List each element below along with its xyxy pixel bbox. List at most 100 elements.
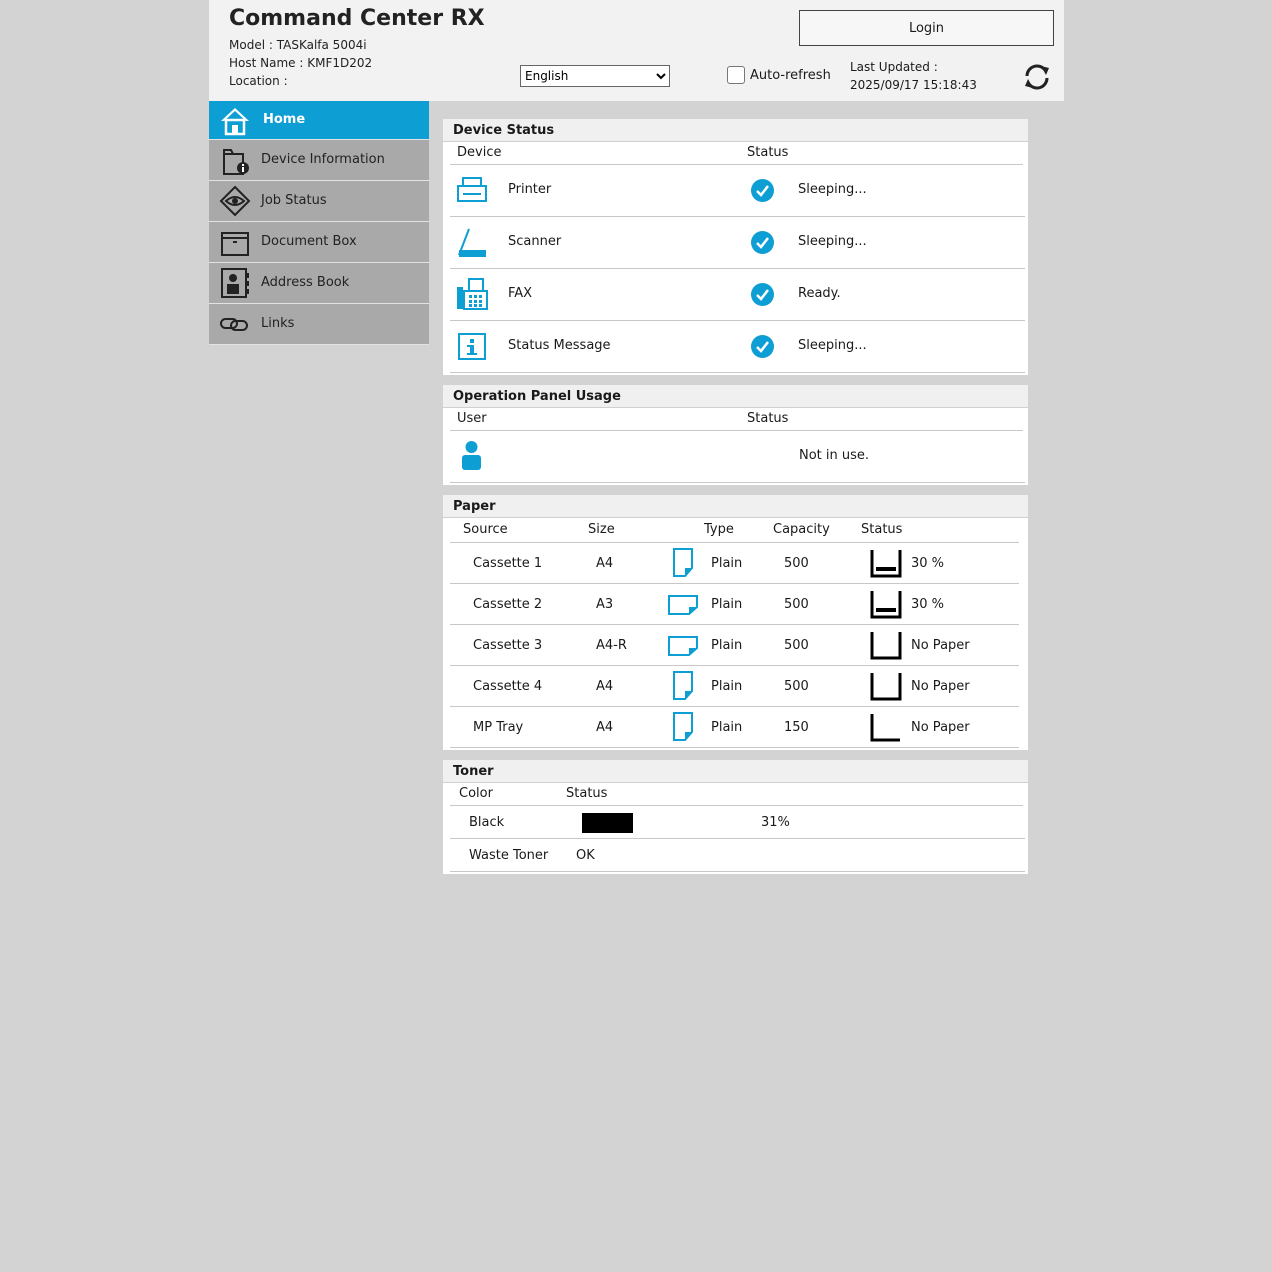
paper-type: Plain [711,597,743,612]
sidebar-item-job-status[interactable]: Job Status [209,181,429,222]
last-updated-value: 2025/09/17 15:18:43 [850,78,977,92]
paper-type: Plain [711,556,743,571]
table-row: Cassette 3 A4-R Plain 500 No Paper [450,625,1019,666]
toner-level-bar [582,813,633,833]
paper-portrait-icon [673,548,693,577]
toner-panel: Toner Color Status Black 31% Waste Toner… [443,760,1028,874]
fax-icon [457,278,488,310]
sidebar-item-document-box[interactable]: Document Box [209,222,429,263]
device-status: Sleeping... [798,338,867,353]
auto-refresh-checkbox[interactable] [727,66,745,84]
paper-capacity: 500 [784,638,809,653]
device-name: Scanner [508,234,562,249]
device-name: Status Message [508,338,611,353]
sidebar-item-home[interactable]: Home [209,101,429,140]
paper-level-icon [870,591,902,619]
paper-title: Paper [443,495,1028,518]
sidebar-item-label: Home [263,112,306,127]
host-label: Host Name : [229,56,304,70]
waste-toner-label: Waste Toner [469,848,549,863]
paper-status: 30 % [911,597,945,612]
device-status: Sleeping... [798,182,867,197]
paper-status: No Paper [911,679,970,694]
device-name: Printer [508,182,552,197]
sidebar-item-device-information[interactable]: Device Information [209,140,429,181]
paper-source: Cassette 1 [473,556,543,571]
paper-source: Cassette 4 [473,679,543,694]
address-book-icon [221,268,249,298]
paper-panel: Paper Source Size Type Capacity Status C… [443,495,1028,750]
model-value: TASKalfa 5004i [276,38,367,52]
header: Command Center RX Model : TASKalfa 5004i… [209,0,1064,101]
sidebar-item-label: Address Book [261,275,350,290]
sidebar-item-label: Device Information [261,152,385,167]
host-info: Host Name : KMF1D202 [229,56,372,70]
status-column-header: Status [566,786,608,801]
info-icon [458,333,486,360]
paper-level-icon [870,550,902,578]
sidebar-item-label: Document Box [261,234,357,249]
device-information-icon [223,149,249,175]
device-status: Sleeping... [798,234,867,249]
auto-refresh-label[interactable]: Auto-refresh [750,68,831,83]
model-label: Model : [229,38,273,52]
host-value: KMF1D202 [307,56,373,70]
table-row: Scanner Sleeping... [450,217,1025,269]
model-info: Model : TASKalfa 5004i [229,38,367,52]
toner-title: Toner [443,760,1028,783]
printer-icon [457,177,487,202]
paper-type: Plain [711,720,743,735]
check-icon [751,179,774,202]
paper-size: A3 [596,597,614,612]
login-button[interactable]: Login [799,10,1054,46]
paper-capacity: 500 [784,679,809,694]
device-status-panel: Device Status Device Status Printer Slee… [443,119,1028,375]
sidebar-item-address-book[interactable]: Address Book [209,263,429,304]
table-row: Status Message Sleeping... [450,321,1025,373]
check-icon [751,231,774,254]
last-updated-label: Last Updated : [850,60,938,74]
operation-panel-status: Not in use. [799,448,870,463]
user-column-header: User [457,411,487,426]
table-row: Black 31% [450,806,1025,839]
device-name: FAX [508,286,533,301]
table-row: FAX Ready. [450,269,1025,321]
device-status: Ready. [798,286,841,301]
paper-status: No Paper [911,638,970,653]
home-icon [221,108,249,136]
type-column-header: Type [704,522,734,537]
check-icon [751,335,774,358]
sidebar-item-links[interactable]: Links [209,304,429,345]
toner-color: Black [469,815,505,830]
folder-icon [221,232,249,256]
table-row: Cassette 4 A4 Plain 500 No Paper [450,666,1019,707]
color-column-header: Color [459,786,493,801]
paper-portrait-icon [673,671,693,700]
paper-status: 30 % [911,556,945,571]
device-status-title: Device Status [443,119,1028,142]
refresh-icon[interactable] [1022,62,1052,92]
link-icon [220,318,248,331]
scanner-icon [458,228,486,257]
paper-capacity: 500 [784,556,809,571]
paper-size: A4 [596,720,614,735]
source-column-header: Source [463,522,508,537]
language-select[interactable]: English [520,65,670,87]
check-icon [751,283,774,306]
login-button-label: Login [908,20,945,36]
paper-size: A4-R [596,638,627,653]
paper-capacity: 500 [784,597,809,612]
paper-portrait-icon [673,712,693,741]
paper-source: MP Tray [473,720,524,735]
paper-source: Cassette 3 [473,638,543,653]
operation-panel-title: Operation Panel Usage [443,385,1028,408]
paper-empty-icon [870,673,902,701]
paper-capacity: 150 [784,720,809,735]
paper-landscape-icon [668,595,698,615]
paper-size: A4 [596,679,614,694]
paper-type: Plain [711,638,743,653]
waste-toner-status: OK [576,848,595,863]
app-title: Command Center RX [229,6,485,31]
capacity-column-header: Capacity [773,522,830,537]
table-row: Cassette 2 A3 Plain 500 30 % [450,584,1019,625]
